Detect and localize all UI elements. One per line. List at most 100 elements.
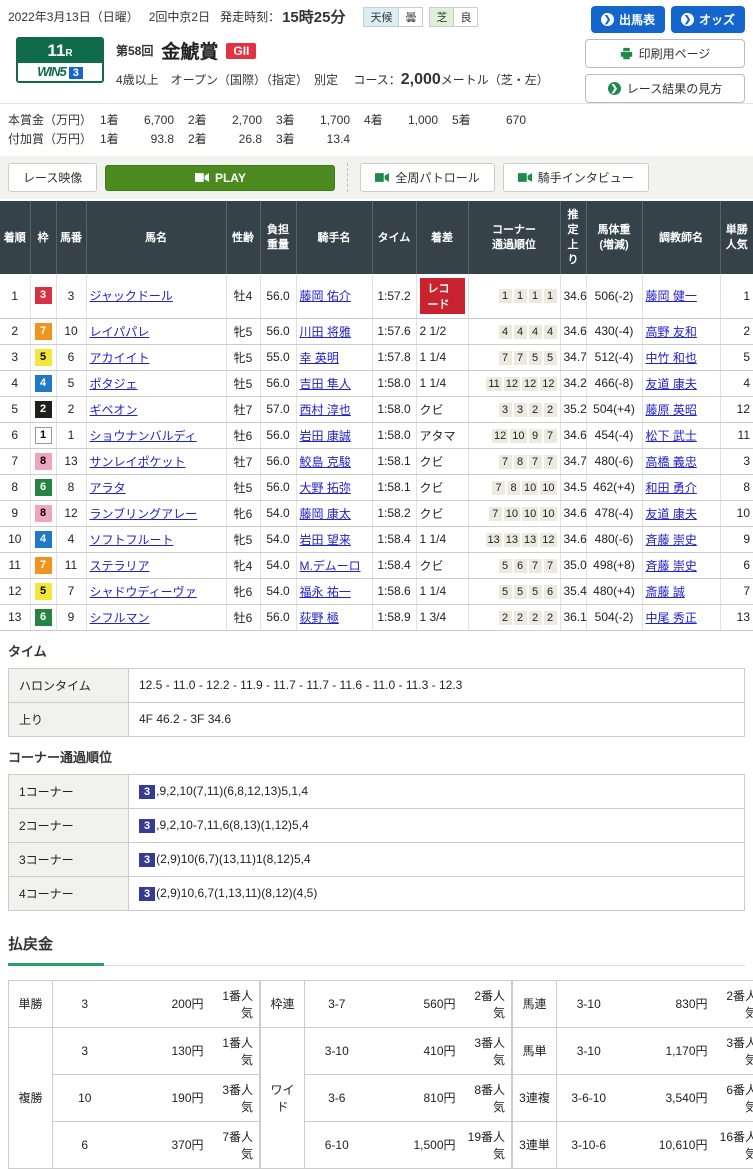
- jockey-name-link[interactable]: 西村 淳也: [300, 403, 351, 417]
- trainer-name-link[interactable]: 藤原 英昭: [646, 403, 697, 417]
- trainer-name-link[interactable]: 中竹 和也: [646, 351, 697, 365]
- horse-weight: 506(-2): [586, 274, 642, 319]
- finish-position: 6: [0, 422, 30, 448]
- jockey-name-link[interactable]: 鮫島 克駿: [300, 455, 351, 469]
- trainer-name-link[interactable]: 高橋 義忠: [646, 455, 697, 469]
- horse-name-link[interactable]: サンレイポケット: [90, 455, 186, 469]
- corner-position: 12: [504, 377, 520, 391]
- added-prize-label: 付加賞（万円）: [8, 130, 100, 149]
- payout-amount: 1,170円: [621, 1027, 714, 1074]
- horse-name-link[interactable]: アラタ: [90, 481, 126, 495]
- print-page-button[interactable]: 印刷用ページ: [585, 39, 745, 68]
- finish-position: 9: [0, 500, 30, 526]
- sex-age: 牡6: [226, 422, 260, 448]
- frame-number-badge: 8: [35, 453, 52, 470]
- jockey-name-link[interactable]: 大野 拓弥: [300, 481, 351, 495]
- payout-combination: 6: [53, 1121, 117, 1168]
- horse-name-link[interactable]: ランブリングアレー: [90, 507, 198, 521]
- printer-icon: [620, 47, 633, 60]
- payout-amount: 830円: [621, 980, 714, 1027]
- horse-name-link[interactable]: シフルマン: [90, 611, 150, 625]
- jockey-name-link[interactable]: 岩田 望来: [300, 533, 351, 547]
- win-popularity: 2: [720, 318, 753, 344]
- corner-position: 5: [529, 351, 542, 365]
- last-3f-time: 34.5: [560, 474, 586, 500]
- jockey-interview-button[interactable]: 騎手インタビュー: [503, 163, 649, 192]
- trainer-name-link[interactable]: 藤岡 健一: [646, 289, 697, 303]
- payout-amount: 10,610円: [621, 1121, 714, 1168]
- trainer-cell: 藤岡 健一: [642, 274, 720, 319]
- trainer-name-link[interactable]: 和田 勇介: [646, 481, 697, 495]
- race-number: 11R: [18, 39, 102, 63]
- horse-name-link[interactable]: レイパパレ: [90, 325, 150, 339]
- win5-badge: WIN53: [18, 63, 102, 81]
- result-row: 133ジャックドール牡456.0藤岡 佑介1:57.2レコード111134.65…: [0, 274, 753, 319]
- horse-weight: 466(-8): [586, 370, 642, 396]
- jockey-name-link[interactable]: M.デムーロ: [300, 559, 361, 573]
- last-3f-time: 34.6: [560, 500, 586, 526]
- jockey-name-link[interactable]: 川田 将雅: [300, 325, 351, 339]
- horse-name-link[interactable]: ギベオン: [90, 403, 138, 417]
- result-row: 1257シャドウディーヴァ牝654.0福永 祐一1:58.61 1/455563…: [0, 578, 753, 604]
- horse-name-link[interactable]: ステラリア: [90, 559, 150, 573]
- trainer-cell: 中尾 秀正: [642, 604, 720, 630]
- horse-name-link[interactable]: アカイイト: [90, 351, 150, 365]
- trainer-cell: 松下 武士: [642, 422, 720, 448]
- horse-name-link[interactable]: ショウナンバルディ: [90, 429, 197, 443]
- payout-popularity: 7番人気: [210, 1121, 260, 1168]
- jockey-name-link[interactable]: 吉田 隼人: [300, 377, 351, 391]
- corner-position: 5: [529, 585, 542, 599]
- prize-value: 670: [478, 111, 526, 130]
- jockey-name-link[interactable]: 幸 英明: [300, 351, 339, 365]
- finish-position: 5: [0, 396, 30, 422]
- result-guide-button[interactable]: ❯ レース結果の見方: [585, 74, 745, 103]
- corner-row-label: 1コーナー: [9, 774, 129, 808]
- added-prize-rank: 1着: [100, 130, 126, 149]
- frame-number-badge: 4: [35, 375, 52, 392]
- trainer-name-link[interactable]: 友道 康夫: [646, 507, 697, 521]
- corner-positions: 121097: [468, 422, 560, 448]
- jockey-name-link[interactable]: 藤岡 康太: [300, 507, 351, 521]
- horse-number: 13: [56, 448, 86, 474]
- entry-table-button[interactable]: ❯出馬表: [591, 6, 665, 33]
- corner-position: 7: [544, 559, 557, 573]
- play-button[interactable]: PLAY: [105, 165, 335, 191]
- leader-badge: 3: [139, 853, 155, 867]
- trainer-name-link[interactable]: 斎藤 誠: [646, 585, 685, 599]
- jockey-name-link[interactable]: 荻野 極: [300, 611, 339, 625]
- horse-name-link[interactable]: ソフトフルート: [90, 533, 174, 547]
- horse-name-cell: レイパパレ: [86, 318, 226, 344]
- trainer-name-link[interactable]: 松下 武士: [646, 429, 697, 443]
- trainer-name-link[interactable]: 斉藤 崇史: [646, 533, 697, 547]
- jockey-name-link[interactable]: 藤岡 佑介: [300, 289, 351, 303]
- trainer-name-link[interactable]: 高野 友和: [646, 325, 697, 339]
- race-title: 金鯱賞: [161, 37, 218, 64]
- finish-time: 1:58.9: [372, 604, 416, 630]
- time-row: ハロンタイム12.5 - 11.0 - 12.2 - 11.9 - 11.7 -…: [9, 668, 745, 702]
- margin-cell: 1 1/4: [416, 578, 468, 604]
- corner-position: 10: [504, 507, 520, 521]
- odds-button[interactable]: ❯オッズ: [671, 6, 745, 33]
- corner-position: 5: [544, 351, 557, 365]
- horse-name-cell: サンレイポケット: [86, 448, 226, 474]
- jockey-cell: 大野 拓弥: [296, 474, 372, 500]
- trainer-name-link[interactable]: 斉藤 崇史: [646, 559, 697, 573]
- frame-number-badge: 2: [35, 401, 52, 418]
- trainer-name-link[interactable]: 中尾 秀正: [646, 611, 697, 625]
- horse-name-link[interactable]: ポタジェ: [90, 377, 138, 391]
- result-row: 611ショウナンバルディ牡656.0岩田 康誠1:58.0アタマ12109734…: [0, 422, 753, 448]
- jockey-name-link[interactable]: 岩田 康誠: [300, 429, 351, 443]
- jockey-name-link[interactable]: 福永 祐一: [300, 585, 351, 599]
- prize-value: 2,700: [214, 111, 262, 130]
- horse-number: 11: [56, 552, 86, 578]
- payout-combination: 3-10: [557, 1027, 621, 1074]
- horse-name-link[interactable]: シャドウディーヴァ: [90, 585, 197, 599]
- carried-weight: 56.0: [260, 370, 296, 396]
- patrol-video-button[interactable]: 全周パトロール: [360, 163, 494, 192]
- frame-number-badge: 5: [35, 583, 52, 600]
- horse-name-link[interactable]: ジャックドール: [90, 289, 173, 303]
- time-row-value: 12.5 - 11.0 - 12.2 - 11.9 - 11.7 - 11.7 …: [129, 668, 745, 702]
- trainer-name-link[interactable]: 友道 康夫: [646, 377, 697, 391]
- finish-position: 10: [0, 526, 30, 552]
- margin-cell: 2 1/2: [416, 318, 468, 344]
